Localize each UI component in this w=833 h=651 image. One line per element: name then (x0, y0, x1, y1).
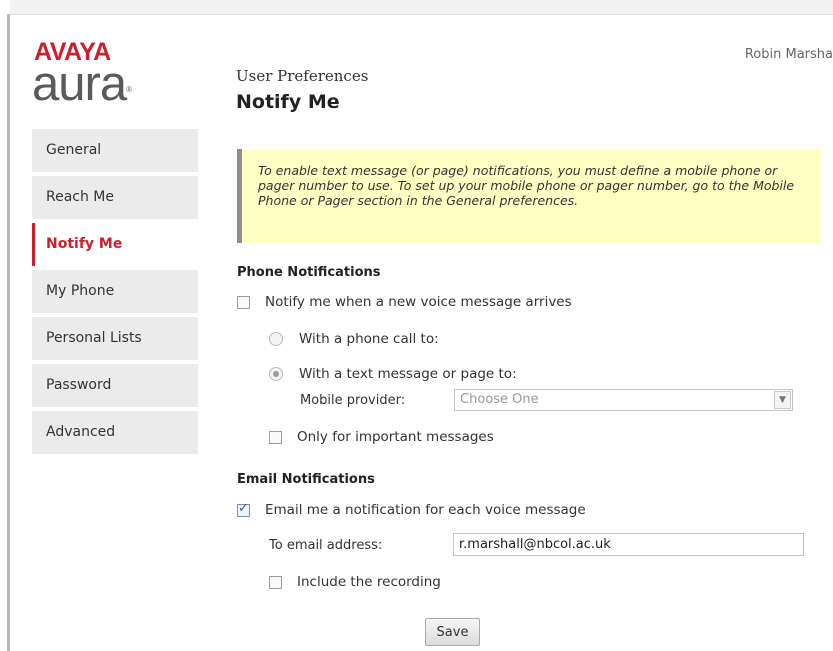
chevron-down-icon[interactable]: ▼ (774, 391, 791, 409)
mobile-provider-label: Mobile provider: (300, 393, 406, 408)
sidebar-item-personal-lists[interactable]: Personal Lists (32, 317, 198, 360)
sidebar-nav: General Reach Me Notify Me My Phone Pers… (32, 129, 198, 458)
text-message-label: With a text message or page to: (299, 366, 517, 382)
phone-call-label: With a phone call to: (299, 331, 439, 347)
email-notification-checkbox[interactable] (237, 501, 250, 517)
email-notification-row: Email me a notification for each voice m… (237, 501, 586, 518)
notify-voice-message-checkbox[interactable] (237, 295, 250, 309)
top-bar (10, 0, 833, 15)
mobile-provider-select[interactable]: Choose One ▼ (454, 389, 793, 411)
sidebar-item-reach-me[interactable]: Reach Me (32, 176, 198, 219)
important-only-label: Only for important messages (297, 429, 494, 445)
mobile-provider-value: Choose One (460, 392, 539, 407)
include-recording-row: Include the recording (269, 574, 441, 590)
email-address-label: To email address: (269, 538, 383, 553)
notify-voice-message-row: Notify me when a new voice message arriv… (237, 294, 572, 310)
include-recording-label: Include the recording (297, 574, 441, 590)
text-message-radio[interactable] (269, 367, 283, 381)
info-message: To enable text message (or page) notific… (237, 149, 821, 243)
sidebar-item-general[interactable]: General (32, 129, 198, 172)
window-frame-left (7, 14, 10, 651)
email-address-input[interactable] (453, 533, 804, 556)
phone-call-row: With a phone call to: (269, 331, 439, 347)
save-button[interactable]: Save (425, 618, 480, 646)
avaya-aura-logo: AVAYA aura® (32, 38, 172, 118)
email-notification-label: Email me a notification for each voice m… (265, 502, 586, 518)
sidebar-item-password[interactable]: Password (32, 364, 198, 407)
page-title: Notify Me (236, 91, 340, 113)
sidebar-item-advanced[interactable]: Advanced (32, 411, 198, 454)
user-name[interactable]: Robin Marsha (745, 47, 833, 62)
text-message-row: With a text message or page to: (269, 366, 517, 382)
phone-notifications-heading: Phone Notifications (237, 265, 381, 280)
notify-voice-message-label: Notify me when a new voice message arriv… (265, 294, 572, 310)
important-only-row: Only for important messages (269, 429, 494, 445)
logo-product: aura® (32, 57, 132, 111)
include-recording-checkbox[interactable] (269, 575, 282, 589)
sidebar-item-notify-me[interactable]: Notify Me (32, 223, 198, 266)
sidebar-item-my-phone[interactable]: My Phone (32, 270, 198, 313)
email-notifications-heading: Email Notifications (237, 472, 375, 487)
breadcrumb: User Preferences (236, 67, 369, 85)
important-only-checkbox[interactable] (269, 430, 282, 444)
phone-call-radio[interactable] (269, 332, 283, 346)
